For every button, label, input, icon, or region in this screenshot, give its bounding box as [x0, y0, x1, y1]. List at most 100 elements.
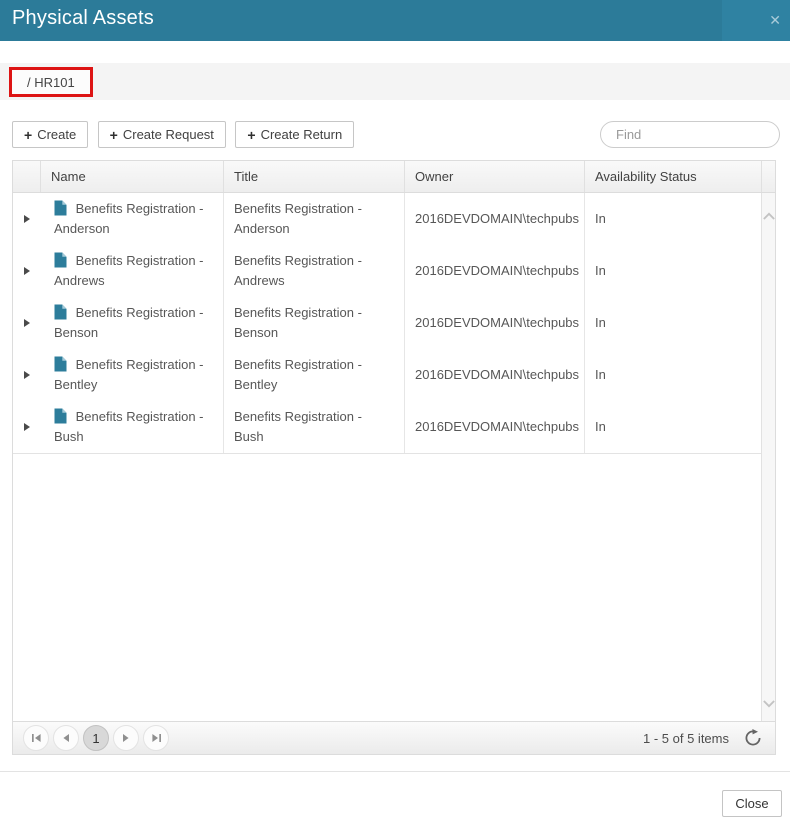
asset-owner: 2016DEVDOMAIN\techpubs	[415, 313, 579, 333]
row-title-cell: Benefits Registration - Benson	[223, 297, 404, 349]
pager-info: 1 - 5 of 5 items	[643, 731, 729, 746]
create-request-button[interactable]: + Create Request	[98, 121, 226, 148]
find-input[interactable]	[600, 121, 780, 148]
create-return-button-label: Create Return	[261, 127, 343, 142]
row-title-cell: Benefits Registration - Anderson	[223, 193, 404, 245]
expand-arrow-icon[interactable]	[24, 215, 30, 223]
table-row[interactable]: Benefits Registration - Bush Benefits Re…	[13, 401, 761, 453]
row-name-cell[interactable]: Benefits Registration - Bentley	[40, 349, 223, 401]
asset-status: In	[595, 417, 606, 437]
pager-last-button[interactable]	[143, 725, 169, 751]
row-expand-cell	[13, 193, 40, 245]
asset-name: Benefits Registration - Bush	[54, 409, 204, 444]
header-cell-status[interactable]: Availability Status	[584, 161, 761, 192]
header-cell-name[interactable]: Name	[40, 161, 223, 192]
create-button[interactable]: + Create	[12, 121, 88, 148]
dialog-titlebar: Physical Assets ✕	[0, 0, 790, 41]
asset-status: In	[595, 209, 606, 229]
toolbar: + Create + Create Request + Create Retur…	[12, 121, 780, 149]
row-name-cell[interactable]: Benefits Registration - Andrews	[40, 245, 223, 297]
pager-next-button[interactable]	[113, 725, 139, 751]
pager-prev-button[interactable]	[53, 725, 79, 751]
create-return-button[interactable]: + Create Return	[235, 121, 354, 148]
asset-title: Benefits Registration - Benson	[234, 303, 394, 343]
row-owner-cell: 2016DEVDOMAIN\techpubs	[404, 193, 584, 245]
asset-title: Benefits Registration - Bentley	[234, 355, 394, 395]
expand-arrow-icon[interactable]	[24, 371, 30, 379]
breadcrumb: / HR101	[27, 75, 75, 90]
create-request-button-label: Create Request	[123, 127, 214, 142]
row-owner-cell: 2016DEVDOMAIN\techpubs	[404, 401, 584, 453]
row-owner-cell: 2016DEVDOMAIN\techpubs	[404, 245, 584, 297]
expand-arrow-icon[interactable]	[24, 267, 30, 275]
asset-title: Benefits Registration - Anderson	[234, 199, 394, 239]
table-row[interactable]: Benefits Registration - Andrews Benefits…	[13, 245, 761, 297]
breadcrumb-highlight[interactable]: / HR101	[9, 67, 93, 97]
close-button[interactable]: Close	[722, 790, 782, 817]
scroll-down-icon[interactable]	[762, 695, 776, 713]
header-cell-owner[interactable]: Owner	[404, 161, 584, 192]
arrow-right-icon	[121, 733, 131, 743]
refresh-button[interactable]	[743, 728, 763, 748]
row-title-cell: Benefits Registration - Bentley	[223, 349, 404, 401]
seek-first-icon	[31, 733, 42, 743]
plus-icon: +	[110, 127, 118, 143]
document-icon	[54, 408, 67, 424]
row-status-cell: In	[584, 401, 761, 453]
plus-icon: +	[24, 127, 32, 143]
row-expand-cell	[13, 245, 40, 297]
asset-title: Benefits Registration - Andrews	[234, 251, 394, 291]
document-icon	[54, 356, 67, 372]
row-expand-cell	[13, 401, 40, 453]
dialog-close-button[interactable]: ✕	[722, 0, 790, 41]
breadcrumb-bar: / HR101	[0, 63, 790, 100]
asset-owner: 2016DEVDOMAIN\techpubs	[415, 209, 579, 229]
asset-owner: 2016DEVDOMAIN\techpubs	[415, 261, 579, 281]
plus-icon: +	[247, 127, 255, 143]
physical-assets-dialog: Physical Assets ✕ / HR101 + Create + Cre…	[0, 0, 790, 823]
row-name-cell[interactable]: Benefits Registration - Bush	[40, 401, 223, 453]
dialog-title: Physical Assets	[12, 7, 154, 30]
header-cell-expand	[13, 161, 40, 192]
asset-owner: 2016DEVDOMAIN\techpubs	[415, 365, 579, 385]
row-title-cell: Benefits Registration - Andrews	[223, 245, 404, 297]
grid-header: Name Title Owner Availability Status	[13, 161, 775, 193]
document-icon	[54, 252, 67, 268]
row-owner-cell: 2016DEVDOMAIN\techpubs	[404, 349, 584, 401]
vertical-scrollbar[interactable]	[761, 193, 775, 721]
row-name-cell[interactable]: Benefits Registration - Anderson	[40, 193, 223, 245]
header-cell-title[interactable]: Title	[223, 161, 404, 192]
row-owner-cell: 2016DEVDOMAIN\techpubs	[404, 297, 584, 349]
asset-name: Benefits Registration - Anderson	[54, 201, 204, 236]
expand-arrow-icon[interactable]	[24, 319, 30, 327]
table-row[interactable]: Benefits Registration - Bentley Benefits…	[13, 349, 761, 401]
grid-content: Benefits Registration - Anderson Benefit…	[13, 193, 775, 721]
refresh-icon	[744, 729, 762, 747]
document-icon	[54, 200, 67, 216]
row-status-cell: In	[584, 297, 761, 349]
scroll-up-icon[interactable]	[762, 207, 776, 225]
seek-last-icon	[151, 733, 162, 743]
asset-status: In	[595, 365, 606, 385]
row-status-cell: In	[584, 349, 761, 401]
assets-grid: Name Title Owner Availability Status Ben…	[12, 160, 776, 755]
pager: 1 1 - 5 of 5 items	[13, 721, 775, 754]
table-row[interactable]: Benefits Registration - Benson Benefits …	[13, 297, 761, 349]
expand-arrow-icon[interactable]	[24, 423, 30, 431]
asset-title: Benefits Registration - Bush	[234, 407, 394, 447]
row-name-cell[interactable]: Benefits Registration - Benson	[40, 297, 223, 349]
asset-name: Benefits Registration - Bentley	[54, 357, 204, 392]
table-row[interactable]: Benefits Registration - Anderson Benefit…	[13, 193, 761, 245]
asset-status: In	[595, 261, 606, 281]
asset-name: Benefits Registration - Andrews	[54, 253, 204, 288]
document-icon	[54, 304, 67, 320]
create-button-label: Create	[37, 127, 76, 142]
footer-divider	[0, 771, 790, 772]
row-expand-cell	[13, 297, 40, 349]
arrow-left-icon	[61, 733, 71, 743]
asset-status: In	[595, 313, 606, 333]
row-title-cell: Benefits Registration - Bush	[223, 401, 404, 453]
pager-first-button[interactable]	[23, 725, 49, 751]
pager-page-1-button[interactable]: 1	[83, 725, 109, 751]
header-cell-filler	[761, 161, 775, 192]
